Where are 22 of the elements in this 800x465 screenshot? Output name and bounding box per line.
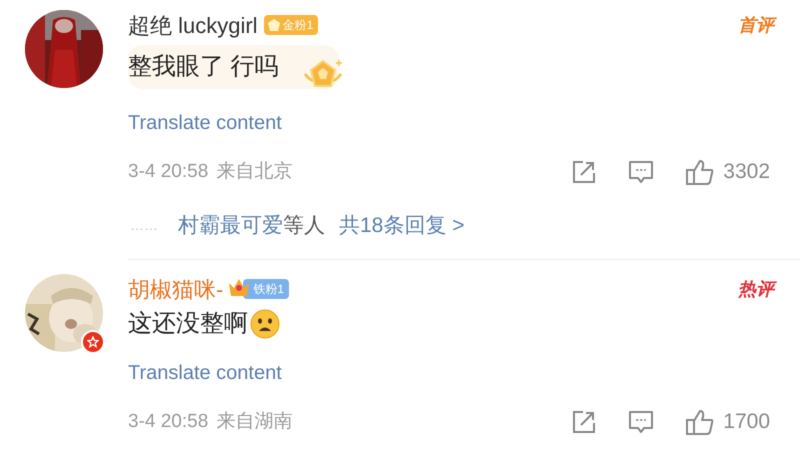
comment-icon[interactable] [627, 158, 656, 185]
thumbs-up-icon[interactable] [685, 158, 716, 186]
share-icon[interactable] [571, 158, 598, 185]
gem-icon [266, 18, 281, 32]
share-icon[interactable] [571, 408, 598, 435]
comment-icon[interactable] [627, 408, 656, 435]
translate-link[interactable]: Translate content [128, 358, 282, 388]
ellipsis-dots: …… [130, 216, 158, 235]
replies-link[interactable]: 村霸最可爱等人 共18条回复 > [178, 210, 464, 241]
username[interactable]: 超绝 luckygirl [128, 8, 258, 42]
like-count: 1700 [723, 409, 770, 435]
comment-time: 3-4 20:58 [128, 160, 208, 184]
fan-badge: 金粉1 [264, 15, 318, 35]
comment-time: 3-4 20:58 [128, 410, 208, 434]
thumbs-up-icon[interactable] [685, 408, 716, 436]
comment-location: 来自湖南 [216, 410, 292, 434]
comment-location: 来自北京 [216, 160, 292, 184]
username[interactable]: 胡椒猫咪- [128, 272, 224, 306]
like-count: 3302 [723, 159, 770, 185]
comment-text: 这还没整啊 [128, 309, 248, 339]
comment-text: 整我眼了 行吗 [128, 45, 339, 89]
translate-link[interactable]: Translate content [128, 108, 282, 138]
